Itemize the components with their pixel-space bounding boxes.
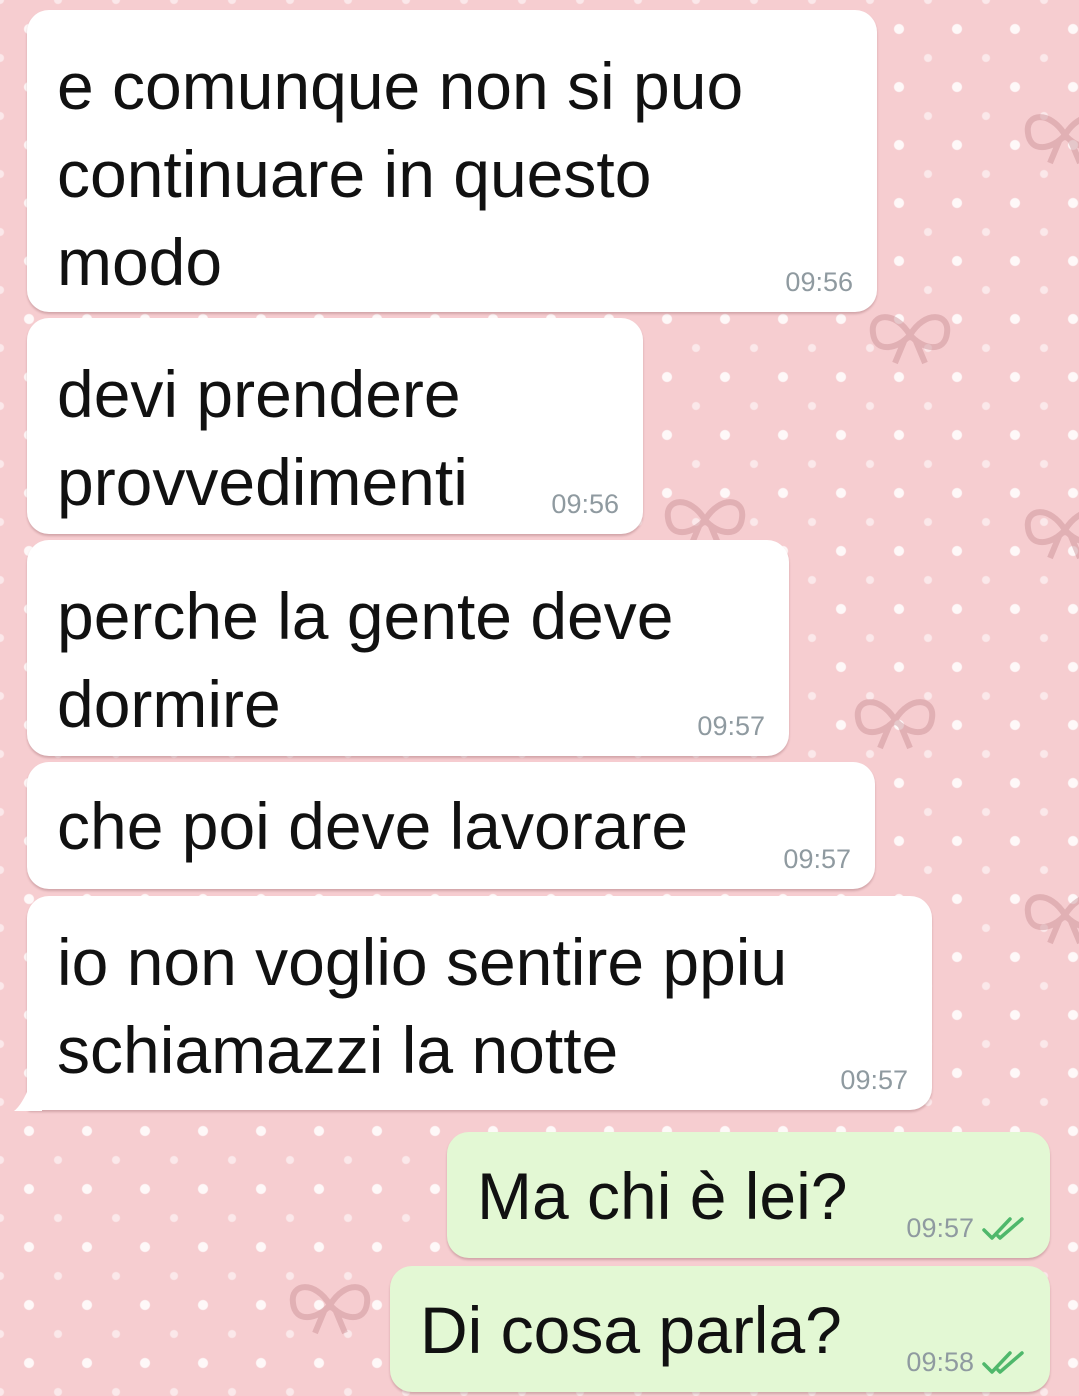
message-line: schiamazzi la notte bbox=[57, 1013, 619, 1087]
bow-decoration-icon bbox=[1020, 105, 1079, 165]
message-line: modo bbox=[57, 225, 223, 299]
message-bubble-incoming[interactable]: e comunque non si puo continuare in ques… bbox=[27, 10, 877, 312]
message-line: io non voglio sentire ppiu bbox=[57, 925, 788, 999]
message-text: Di cosa parla? bbox=[420, 1286, 842, 1374]
message-timestamp: 09:56 bbox=[551, 489, 619, 519]
message-timestamp: 09:57 bbox=[697, 711, 765, 741]
double-check-read-icon bbox=[982, 1350, 1024, 1374]
message-line: continuare in questo bbox=[57, 137, 652, 211]
message-line: dormire bbox=[57, 667, 281, 741]
message-text: io non voglio sentire ppiu schiamazzi la… bbox=[57, 918, 787, 1094]
bow-decoration-icon bbox=[850, 690, 940, 750]
message-text: perche la gente deve dormire bbox=[57, 572, 673, 748]
message-text: Ma chi è lei? bbox=[477, 1152, 848, 1240]
message-bubble-outgoing[interactable]: Di cosa parla? 09:58 bbox=[390, 1266, 1050, 1392]
message-line: Di cosa parla? bbox=[420, 1293, 842, 1367]
message-bubble-incoming[interactable]: che poi deve lavorare 09:57 bbox=[27, 762, 875, 889]
message-timestamp: 09:57 bbox=[783, 844, 851, 874]
message-bubble-incoming[interactable]: perche la gente deve dormire 09:57 bbox=[27, 540, 789, 756]
message-line: che poi deve lavorare bbox=[57, 789, 689, 863]
message-line: e comunque non si puo bbox=[57, 49, 744, 123]
bow-decoration-icon bbox=[1020, 885, 1079, 945]
message-text: che poi deve lavorare bbox=[57, 782, 688, 870]
bubble-tail bbox=[14, 1085, 42, 1111]
message-text: e comunque non si puo continuare in ques… bbox=[57, 42, 743, 306]
message-timestamp: 09:58 bbox=[906, 1349, 1026, 1376]
bow-decoration-icon bbox=[1020, 500, 1079, 560]
message-line: Ma chi è lei? bbox=[477, 1159, 848, 1233]
double-check-read-icon bbox=[982, 1216, 1024, 1240]
message-line: devi prendere bbox=[57, 357, 461, 431]
message-timestamp: 09:57 bbox=[840, 1065, 908, 1095]
message-timestamp: 09:57 bbox=[906, 1215, 1026, 1242]
bow-decoration-icon bbox=[285, 1275, 375, 1335]
message-line: perche la gente deve bbox=[57, 579, 674, 653]
bow-decoration-icon bbox=[865, 305, 955, 365]
message-text: devi prendere provvedimenti bbox=[57, 350, 468, 526]
message-bubble-incoming[interactable]: io non voglio sentire ppiu schiamazzi la… bbox=[27, 896, 932, 1110]
message-timestamp: 09:56 bbox=[785, 267, 853, 297]
message-line: provvedimenti bbox=[57, 445, 468, 519]
message-bubble-outgoing[interactable]: Ma chi è lei? 09:57 bbox=[447, 1132, 1050, 1258]
message-bubble-incoming[interactable]: devi prendere provvedimenti 09:56 bbox=[27, 318, 643, 534]
